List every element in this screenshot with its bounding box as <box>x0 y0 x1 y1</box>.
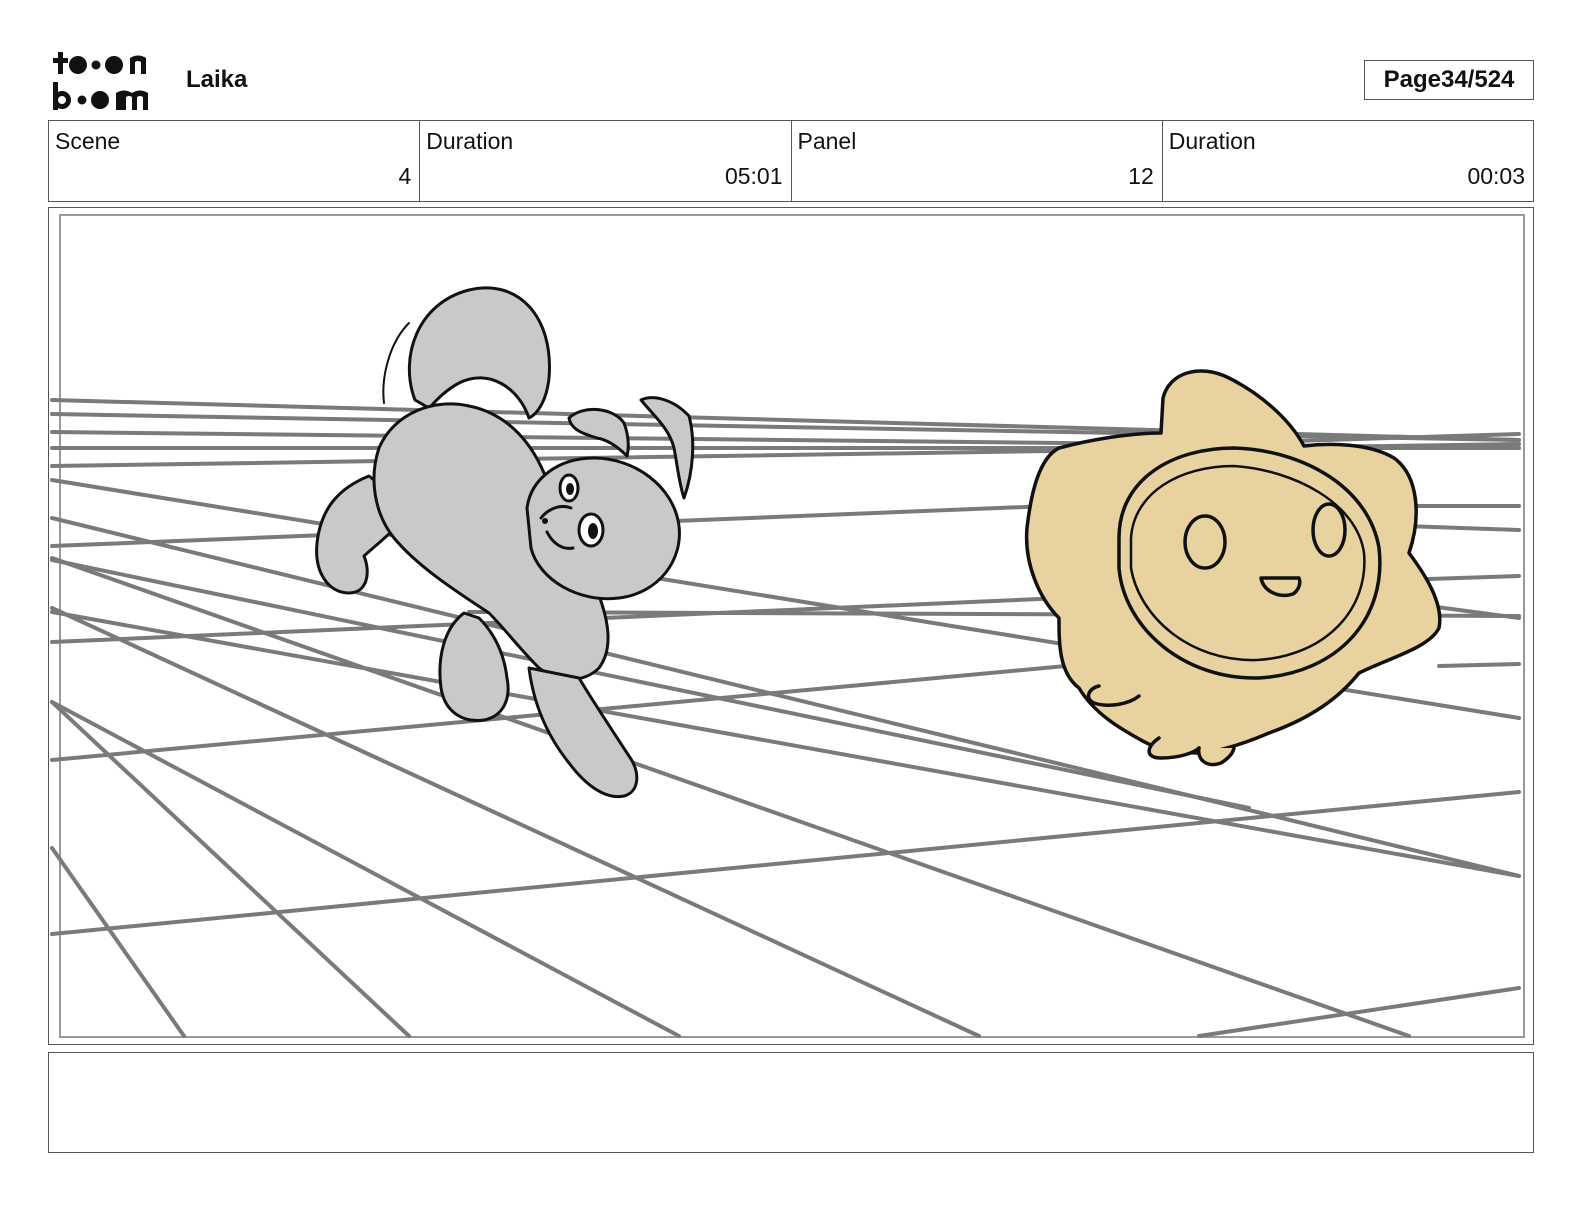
dog-pupil-right <box>588 523 598 539</box>
page-label: Page <box>1383 66 1441 93</box>
project-title: Laika <box>186 66 248 93</box>
panel-duration-label: Duration <box>1168 128 1256 154</box>
star-foot-right <box>1197 746 1236 767</box>
toonboom-logo <box>53 52 148 110</box>
dog-tail <box>407 286 551 420</box>
dog-pupil-left <box>566 483 574 495</box>
storyboard-panel <box>48 207 1534 1045</box>
star-eye-left <box>1183 514 1227 570</box>
scene-duration-label: Duration <box>426 128 514 154</box>
dog-character <box>315 286 695 799</box>
scene-cell: Scene 4 <box>49 121 421 201</box>
panel-label: Panel <box>797 128 857 154</box>
dog-motion-lines <box>382 322 410 404</box>
scene-label: Scene <box>55 128 121 154</box>
dog-nose <box>542 518 548 524</box>
panel-duration-cell: Duration 00:03 <box>1163 121 1533 201</box>
scene-duration-value: 05:01 <box>724 163 783 189</box>
panel-cell: Panel 12 <box>792 121 1163 201</box>
scene-info-bar: Scene 4 Duration 05:01 Panel 12 Duration… <box>48 120 1534 202</box>
panel-value: 12 <box>1128 163 1154 189</box>
scene-value: 4 <box>398 163 412 189</box>
panel-drawing <box>50 214 1525 1038</box>
panel-duration-value: 00:03 <box>1467 163 1525 189</box>
scene-duration-cell: Duration 05:01 <box>420 121 792 201</box>
panel-notes <box>48 1052 1534 1153</box>
dog-front-leg-left <box>438 611 510 723</box>
star-eye-right <box>1311 502 1347 558</box>
page-indicator: Page 34/524 <box>1364 60 1534 100</box>
page-number: 34/524 <box>1440 66 1515 93</box>
